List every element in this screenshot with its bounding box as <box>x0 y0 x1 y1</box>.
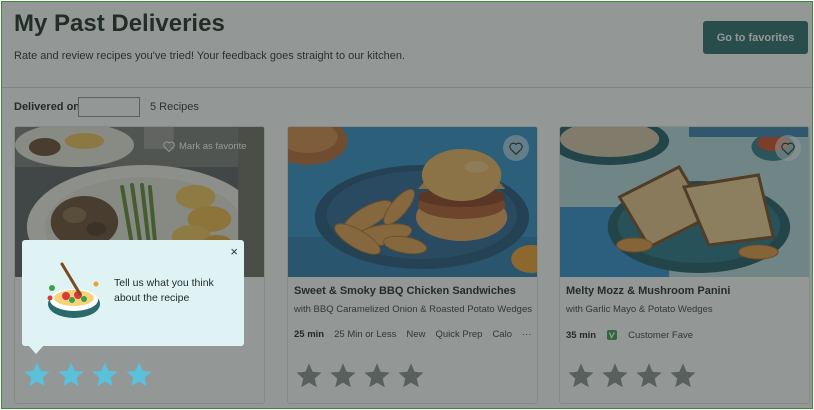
page-subtitle: Rate and review recipes you've tried! Yo… <box>14 50 405 62</box>
recipe-card[interactable]: Melty Mozz & Mushroom Panini with Garlic… <box>559 126 810 404</box>
recipe-time: 35 min <box>566 329 597 341</box>
star-icon[interactable] <box>600 361 630 391</box>
recipe-title[interactable]: Melty Mozz & Mushroom Panini <box>566 285 730 297</box>
recipe-count: 5 Recipes <box>150 101 199 113</box>
recipe-tag: Quick Prep <box>435 329 483 340</box>
star-icon[interactable] <box>22 360 52 390</box>
more-tags-icon[interactable]: ··· <box>522 329 532 340</box>
header-divider <box>2 87 812 88</box>
recipe-tag: New <box>406 329 426 340</box>
customer-fave-icon <box>607 330 618 340</box>
star-icon[interactable] <box>634 361 664 391</box>
past-deliveries-page: My Past Deliveries Rate and review recip… <box>2 2 812 408</box>
rating-stars[interactable] <box>566 361 698 391</box>
rating-stars[interactable] <box>294 361 426 391</box>
page-title: My Past Deliveries <box>14 10 225 37</box>
star-icon[interactable] <box>56 360 86 390</box>
star-icon[interactable] <box>668 361 698 391</box>
recipe-time: 25 min <box>294 329 325 340</box>
mark-favorite-label: Mark as favorite <box>179 141 247 152</box>
star-icon[interactable] <box>328 361 358 391</box>
star-icon[interactable] <box>90 360 120 390</box>
rating-tooltip: Tell us what you think about the recipe … <box>22 240 244 346</box>
recipe-subtitle: with BBQ Caramelized Onion & Roasted Pot… <box>294 304 532 315</box>
favorite-button[interactable] <box>503 135 529 161</box>
recipe-image <box>288 127 537 277</box>
heart-icon <box>781 142 795 155</box>
recipe-image <box>560 127 809 277</box>
recipe-tag: 25 Min or Less <box>334 329 397 340</box>
tooltip-text: Tell us what you think about the recipe <box>114 277 214 304</box>
app-frame: My Past Deliveries Rate and review recip… <box>1 1 813 409</box>
recipe-subtitle: with Garlic Mayo & Potato Wedges <box>566 304 713 315</box>
delivered-on-label: Delivered on <box>14 101 81 113</box>
rating-stars[interactable] <box>22 360 154 390</box>
star-icon[interactable] <box>294 361 324 391</box>
salad-bowl-icon <box>47 262 100 318</box>
recipe-tag: Customer Fave <box>628 329 694 341</box>
star-icon[interactable] <box>396 361 426 391</box>
recipe-meta: 25 min 25 Min or Less New Quick Prep Cal… <box>294 329 531 340</box>
recipe-title[interactable]: Sweet & Smoky BBQ Chicken Sandwiches <box>294 285 516 297</box>
delivered-on-select[interactable] <box>78 97 140 117</box>
recipe-tag: Calo <box>492 329 512 340</box>
mark-favorite-toggle[interactable]: Mark as favorite <box>163 141 247 152</box>
close-icon[interactable]: × <box>230 245 238 258</box>
recipe-meta: 35 min Customer Fave <box>566 329 693 341</box>
star-icon[interactable] <box>566 361 596 391</box>
heart-icon <box>509 142 523 155</box>
star-icon[interactable] <box>362 361 392 391</box>
recipe-card[interactable]: Sweet & Smoky BBQ Chicken Sandwiches wit… <box>287 126 538 404</box>
favorite-button[interactable] <box>775 135 801 161</box>
tooltip-arrow <box>28 345 44 354</box>
go-to-favorites-button[interactable]: Go to favorites <box>703 21 808 54</box>
heart-icon <box>163 141 175 152</box>
star-icon[interactable] <box>124 360 154 390</box>
